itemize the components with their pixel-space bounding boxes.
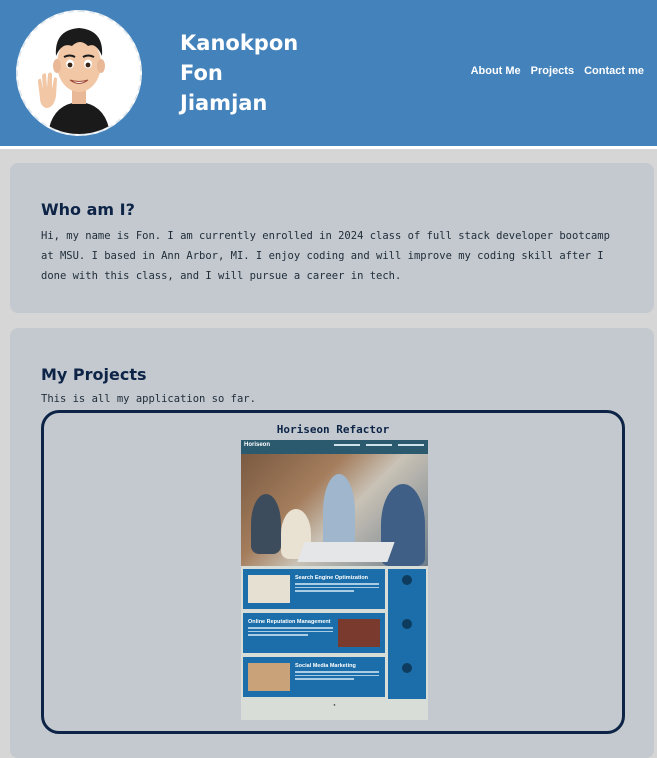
- about-section: Who am I? Hi, my name is Fon. I am curre…: [10, 163, 654, 313]
- name-line-1: Kanokpon: [180, 31, 299, 55]
- nav-link-projects[interactable]: Projects: [531, 65, 574, 77]
- nav-link-about[interactable]: About Me: [471, 65, 521, 77]
- projects-section: My Projects This is all my application s…: [10, 328, 654, 758]
- projects-intro: This is all my application so far.: [41, 393, 256, 405]
- thumb-section-title: Search Engine Optimization: [295, 575, 369, 581]
- project-title: Horiseon Refactor: [276, 423, 390, 436]
- about-text: Hi, my name is Fon. I am currently enrol…: [41, 230, 610, 282]
- thumb-footer: ●: [333, 702, 336, 707]
- thumb-nav: [334, 444, 424, 446]
- thumb-section-title: Online Reputation Management: [248, 619, 331, 625]
- project-screenshot[interactable]: Horiseon Search Engine Optimization Onli…: [241, 440, 428, 720]
- name-line-3: Jiamjan: [180, 91, 268, 115]
- nav-link-contact[interactable]: Contact me: [584, 65, 644, 77]
- site-header: Kanokpon Fon Jiamjan About Me Projects C…: [0, 0, 657, 149]
- avatar-illustration: [18, 12, 140, 134]
- name-line-2: Fon: [180, 61, 223, 85]
- thumb-sidebar: [388, 569, 426, 699]
- thumb-logo: Horiseon: [244, 442, 271, 448]
- site-title: Kanokpon Fon Jiamjan: [180, 28, 298, 118]
- project-card[interactable]: Horiseon Refactor Horiseon Search Engine…: [41, 410, 625, 734]
- thumb-header: Horiseon: [241, 440, 428, 454]
- main-nav: About Me Projects Contact me: [471, 65, 644, 77]
- thumb-section-title: Social Media Marketing: [295, 663, 356, 669]
- avatar: [16, 10, 142, 136]
- thumb-hero-image: [241, 454, 428, 566]
- projects-heading: My Projects: [41, 365, 147, 384]
- about-heading: Who am I?: [41, 200, 135, 219]
